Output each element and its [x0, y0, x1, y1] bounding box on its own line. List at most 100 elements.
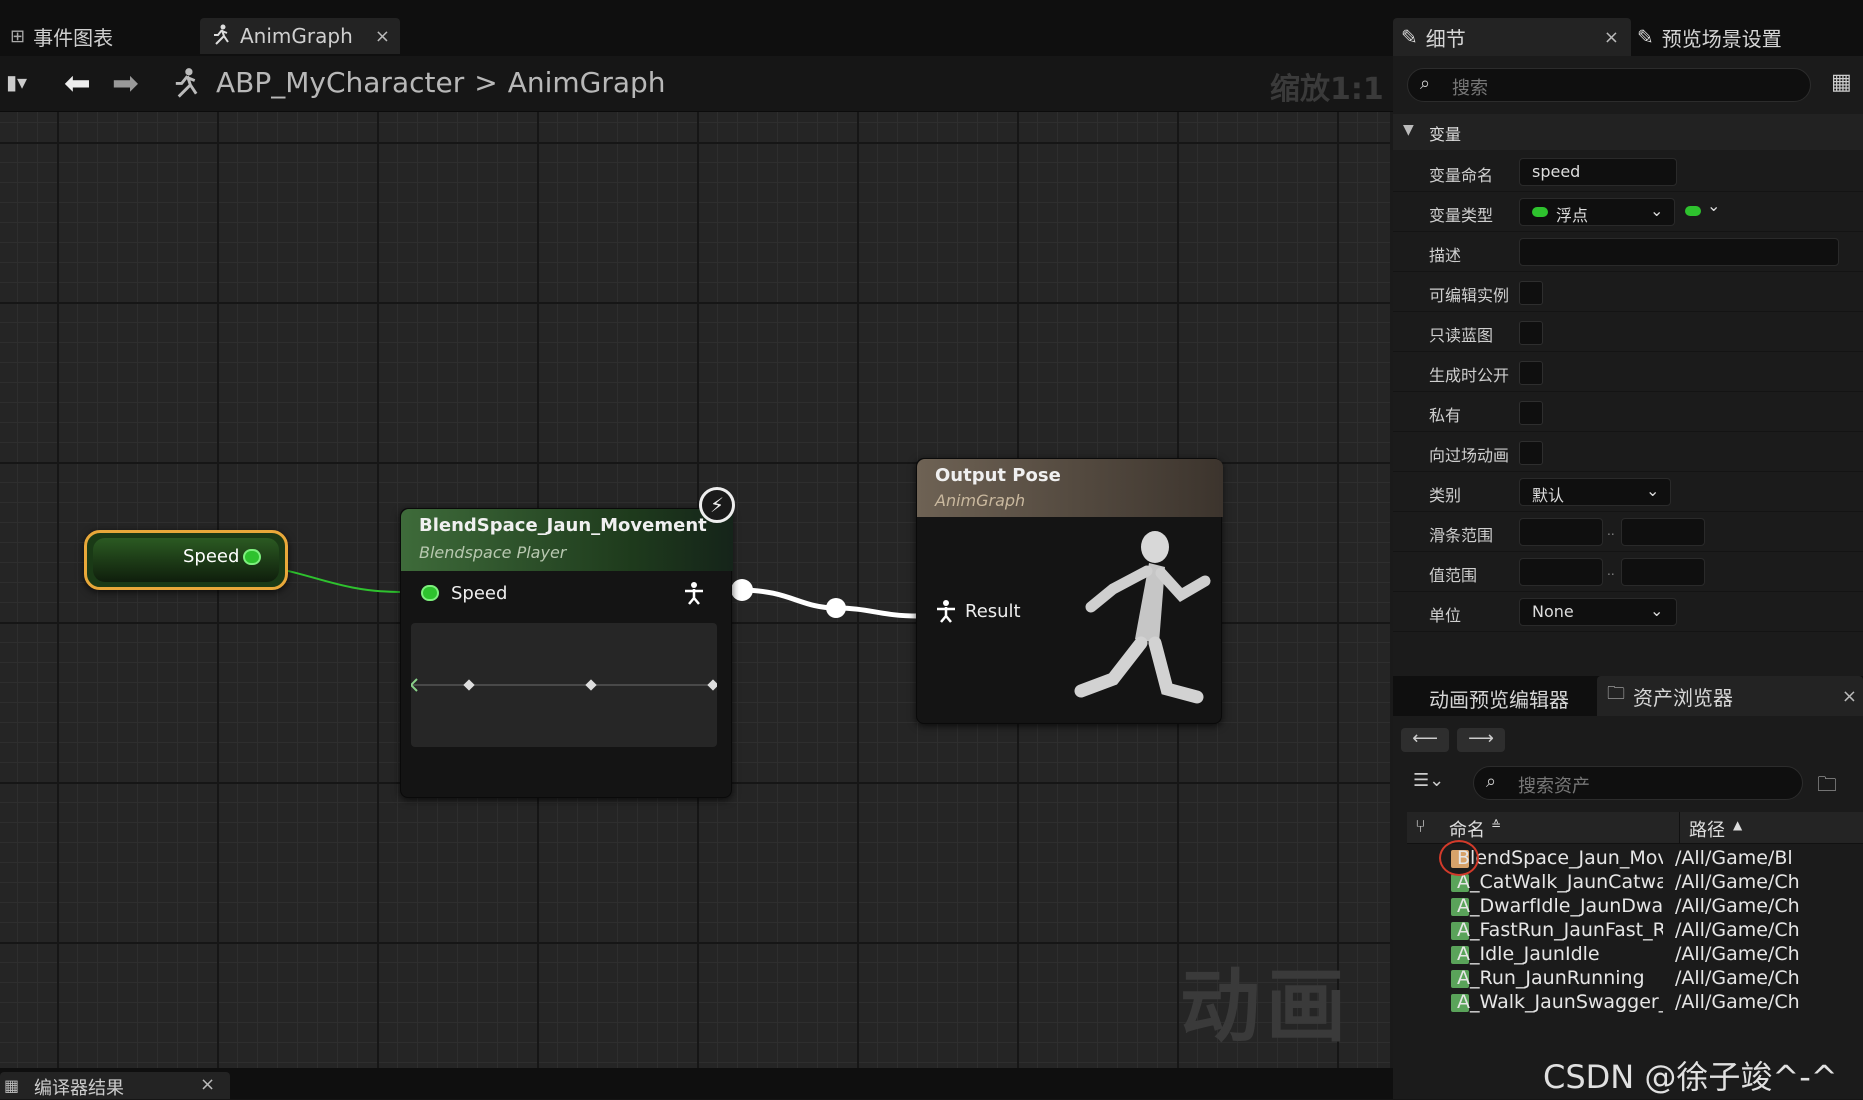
forward-arrow-icon[interactable]: ➡: [112, 64, 139, 102]
view-options-icon[interactable]: ▦: [1831, 70, 1852, 95]
value-range-min-input[interactable]: [1519, 558, 1603, 586]
search-icon: ⌕: [1420, 73, 1431, 94]
tab-asset-browser[interactable]: 🗀 资产浏览器 ×: [1597, 676, 1863, 716]
tab-event-graph[interactable]: ⊞ 事件图表: [0, 18, 200, 54]
pose-pin-icon[interactable]: [683, 581, 705, 609]
tab-close-button[interactable]: ×: [375, 26, 390, 47]
asset-path: /All/Game/Ch: [1675, 967, 1800, 989]
tab-preview-label: 预览场景设置: [1661, 26, 1782, 51]
anim-blueprint-icon: [170, 66, 202, 102]
asset-path: /All/Game/Ch: [1675, 895, 1800, 917]
container-type-dropdown[interactable]: ⌄: [1683, 196, 1729, 224]
chevron-down-icon: ⌄: [1707, 196, 1721, 215]
annotation-circle: [1439, 840, 1479, 876]
var-name-input[interactable]: speed: [1519, 158, 1677, 186]
asset-path: /All/Game/Ch: [1675, 943, 1800, 965]
speed-input-label: Speed: [451, 583, 508, 604]
breadcrumb-root[interactable]: ABP_MyCharacter: [216, 66, 464, 99]
column-divider: [1679, 812, 1680, 844]
private-checkbox[interactable]: [1519, 401, 1543, 425]
tab-anim-preview-editor[interactable]: 动画预览编辑器: [1429, 684, 1569, 713]
instance-editable-checkbox[interactable]: [1519, 281, 1543, 305]
output-pose-node[interactable]: Output Pose AnimGraph Result: [916, 458, 1223, 724]
list-item[interactable]: A_Walk_JaunSwagger_Walk: [1457, 991, 1663, 1015]
search-icon: ⌕: [1486, 771, 1497, 792]
list-item[interactable]: A_Run_JaunRunning: [1457, 967, 1663, 991]
expose-on-spawn-checkbox[interactable]: [1519, 361, 1543, 385]
folder-icon[interactable]: 🗀: [1817, 770, 1837, 804]
breadcrumb-bar: ▮▾ ⬅ ➡ ABP_MyCharacter > AnimGraph 缩放1:1: [0, 56, 1393, 112]
slider-range-max-input[interactable]: [1621, 518, 1705, 546]
back-arrow-icon[interactable]: ⬅: [64, 64, 91, 102]
branch-icon: ⑂: [1415, 816, 1426, 837]
asset-browser-close[interactable]: ×: [1842, 686, 1857, 707]
tab-details[interactable]: ✎ 细节 ×: [1393, 18, 1631, 56]
list-item[interactable]: BlendSpace_Jaun_Movement: [1457, 847, 1663, 871]
blendspace-node-title: BlendSpace_Jaun_Movement: [419, 515, 707, 536]
breadcrumb-current[interactable]: AnimGraph: [508, 66, 666, 99]
speed-variable-node[interactable]: Speed: [84, 530, 288, 590]
asset-back-button[interactable]: ⟵: [1401, 728, 1449, 752]
graph-canvas[interactable]: 动画 Speed BlendSpace_Jaun_Movement Blends…: [0, 112, 1390, 1070]
row-instance-editable: 可编辑实例: [1393, 272, 1863, 312]
chevron-down-icon: ⌄: [1650, 601, 1664, 620]
output-node-title: Output Pose: [935, 465, 1061, 486]
compiler-tab-close[interactable]: ×: [200, 1074, 215, 1095]
row-units: 单位 None ⌄: [1393, 592, 1863, 632]
pencil-icon: ✎: [1401, 25, 1418, 49]
value-range-max-input[interactable]: [1621, 558, 1705, 586]
blendspace-axis: [404, 678, 719, 692]
description-input[interactable]: [1519, 238, 1839, 266]
bookmark-icon[interactable]: ▮▾: [6, 70, 27, 94]
blendspace-player-node[interactable]: BlendSpace_Jaun_Movement Blendspace Play…: [400, 487, 735, 798]
row-readonly: 只读蓝图: [1393, 312, 1863, 352]
lower-tab-bar: 动画预览编辑器 🗀 资产浏览器 ×: [1393, 676, 1863, 716]
single-container-icon: [1685, 206, 1701, 216]
tab-preview-settings[interactable]: ✎ 预览场景设置: [1637, 18, 1782, 56]
speed-input-pin[interactable]: [421, 585, 439, 601]
filter-icon[interactable]: ☰⌄: [1413, 770, 1444, 791]
tab-compiler-results[interactable]: ▦ 编译器结果 ×: [0, 1072, 230, 1099]
col-path-header[interactable]: 路径: [1689, 816, 1725, 842]
list-item[interactable]: A_CatWalk_JaunCatwalk_W: [1457, 871, 1663, 895]
blendspace-node-subtitle: Blendspace Player: [419, 543, 567, 562]
collapse-arrow-icon: ▼: [1403, 122, 1414, 138]
asset-search-input[interactable]: ⌕ 搜索资产: [1473, 766, 1803, 800]
zoom-level: 缩放1:1: [1270, 72, 1384, 107]
tab-details-label: 细节: [1425, 26, 1466, 51]
asset-path: /All/Game/Ch: [1675, 991, 1800, 1013]
list-item[interactable]: A_Idle_JaunIdle: [1457, 943, 1663, 967]
asset-table-header: ⑂ 命名 ≙ 路径 ▲: [1407, 812, 1863, 844]
result-pin-icon[interactable]: [935, 599, 957, 627]
asset-forward-button[interactable]: ⟶: [1457, 728, 1505, 752]
readonly-checkbox[interactable]: [1519, 321, 1543, 345]
readonly-label: 只读蓝图: [1429, 326, 1494, 345]
list-item[interactable]: A_FastRun_JaunFast_Run: [1457, 919, 1663, 943]
editor-tab-bar: ⊞ 事件图表 AnimGraph ×: [0, 18, 1393, 56]
category-dropdown[interactable]: 默认 ⌄: [1519, 478, 1671, 506]
expose-on-spawn-label: 生成时公开: [1429, 366, 1509, 385]
expose-cinematics-checkbox[interactable]: [1519, 441, 1543, 465]
details-tab-bar: ✎ 细节 × ✎ 预览场景设置: [1393, 18, 1863, 56]
asset-path: /All/Game/Bl: [1675, 847, 1793, 869]
details-search-input[interactable]: ⌕ 搜索: [1407, 68, 1811, 102]
slider-range-min-input[interactable]: [1519, 518, 1603, 546]
col-name-header[interactable]: 命名: [1449, 816, 1485, 842]
chevron-down-icon: ⌄: [1646, 481, 1660, 500]
var-type-dropdown[interactable]: 浮点 ⌄: [1519, 198, 1675, 226]
var-type-value: 浮点: [1556, 206, 1589, 225]
fast-path-icon: ⚡: [699, 487, 735, 523]
units-dropdown[interactable]: None ⌄: [1519, 598, 1677, 626]
breadcrumb: ABP_MyCharacter > AnimGraph: [216, 66, 666, 99]
list-item[interactable]: A_DwarfIdle_JaunDwarf_Idl: [1457, 895, 1663, 919]
speed-output-pin[interactable]: [243, 549, 261, 565]
result-pin-label: Result: [965, 601, 1021, 622]
compiler-icon: ▦: [4, 1076, 20, 1095]
var-type-label: 变量类型: [1429, 206, 1494, 225]
tab-anim-graph[interactable]: AnimGraph ×: [200, 18, 400, 54]
details-panel: ✎ 细节 × ✎ 预览场景设置 ⌕ 搜索 ▦ ▼ 变量 变量命名 speed 变…: [1393, 18, 1863, 1099]
details-close-button[interactable]: ×: [1604, 27, 1619, 48]
variable-section-header[interactable]: ▼ 变量: [1393, 114, 1863, 150]
sort-asc-icon: ▲: [1733, 818, 1743, 832]
units-label: 单位: [1429, 606, 1462, 625]
